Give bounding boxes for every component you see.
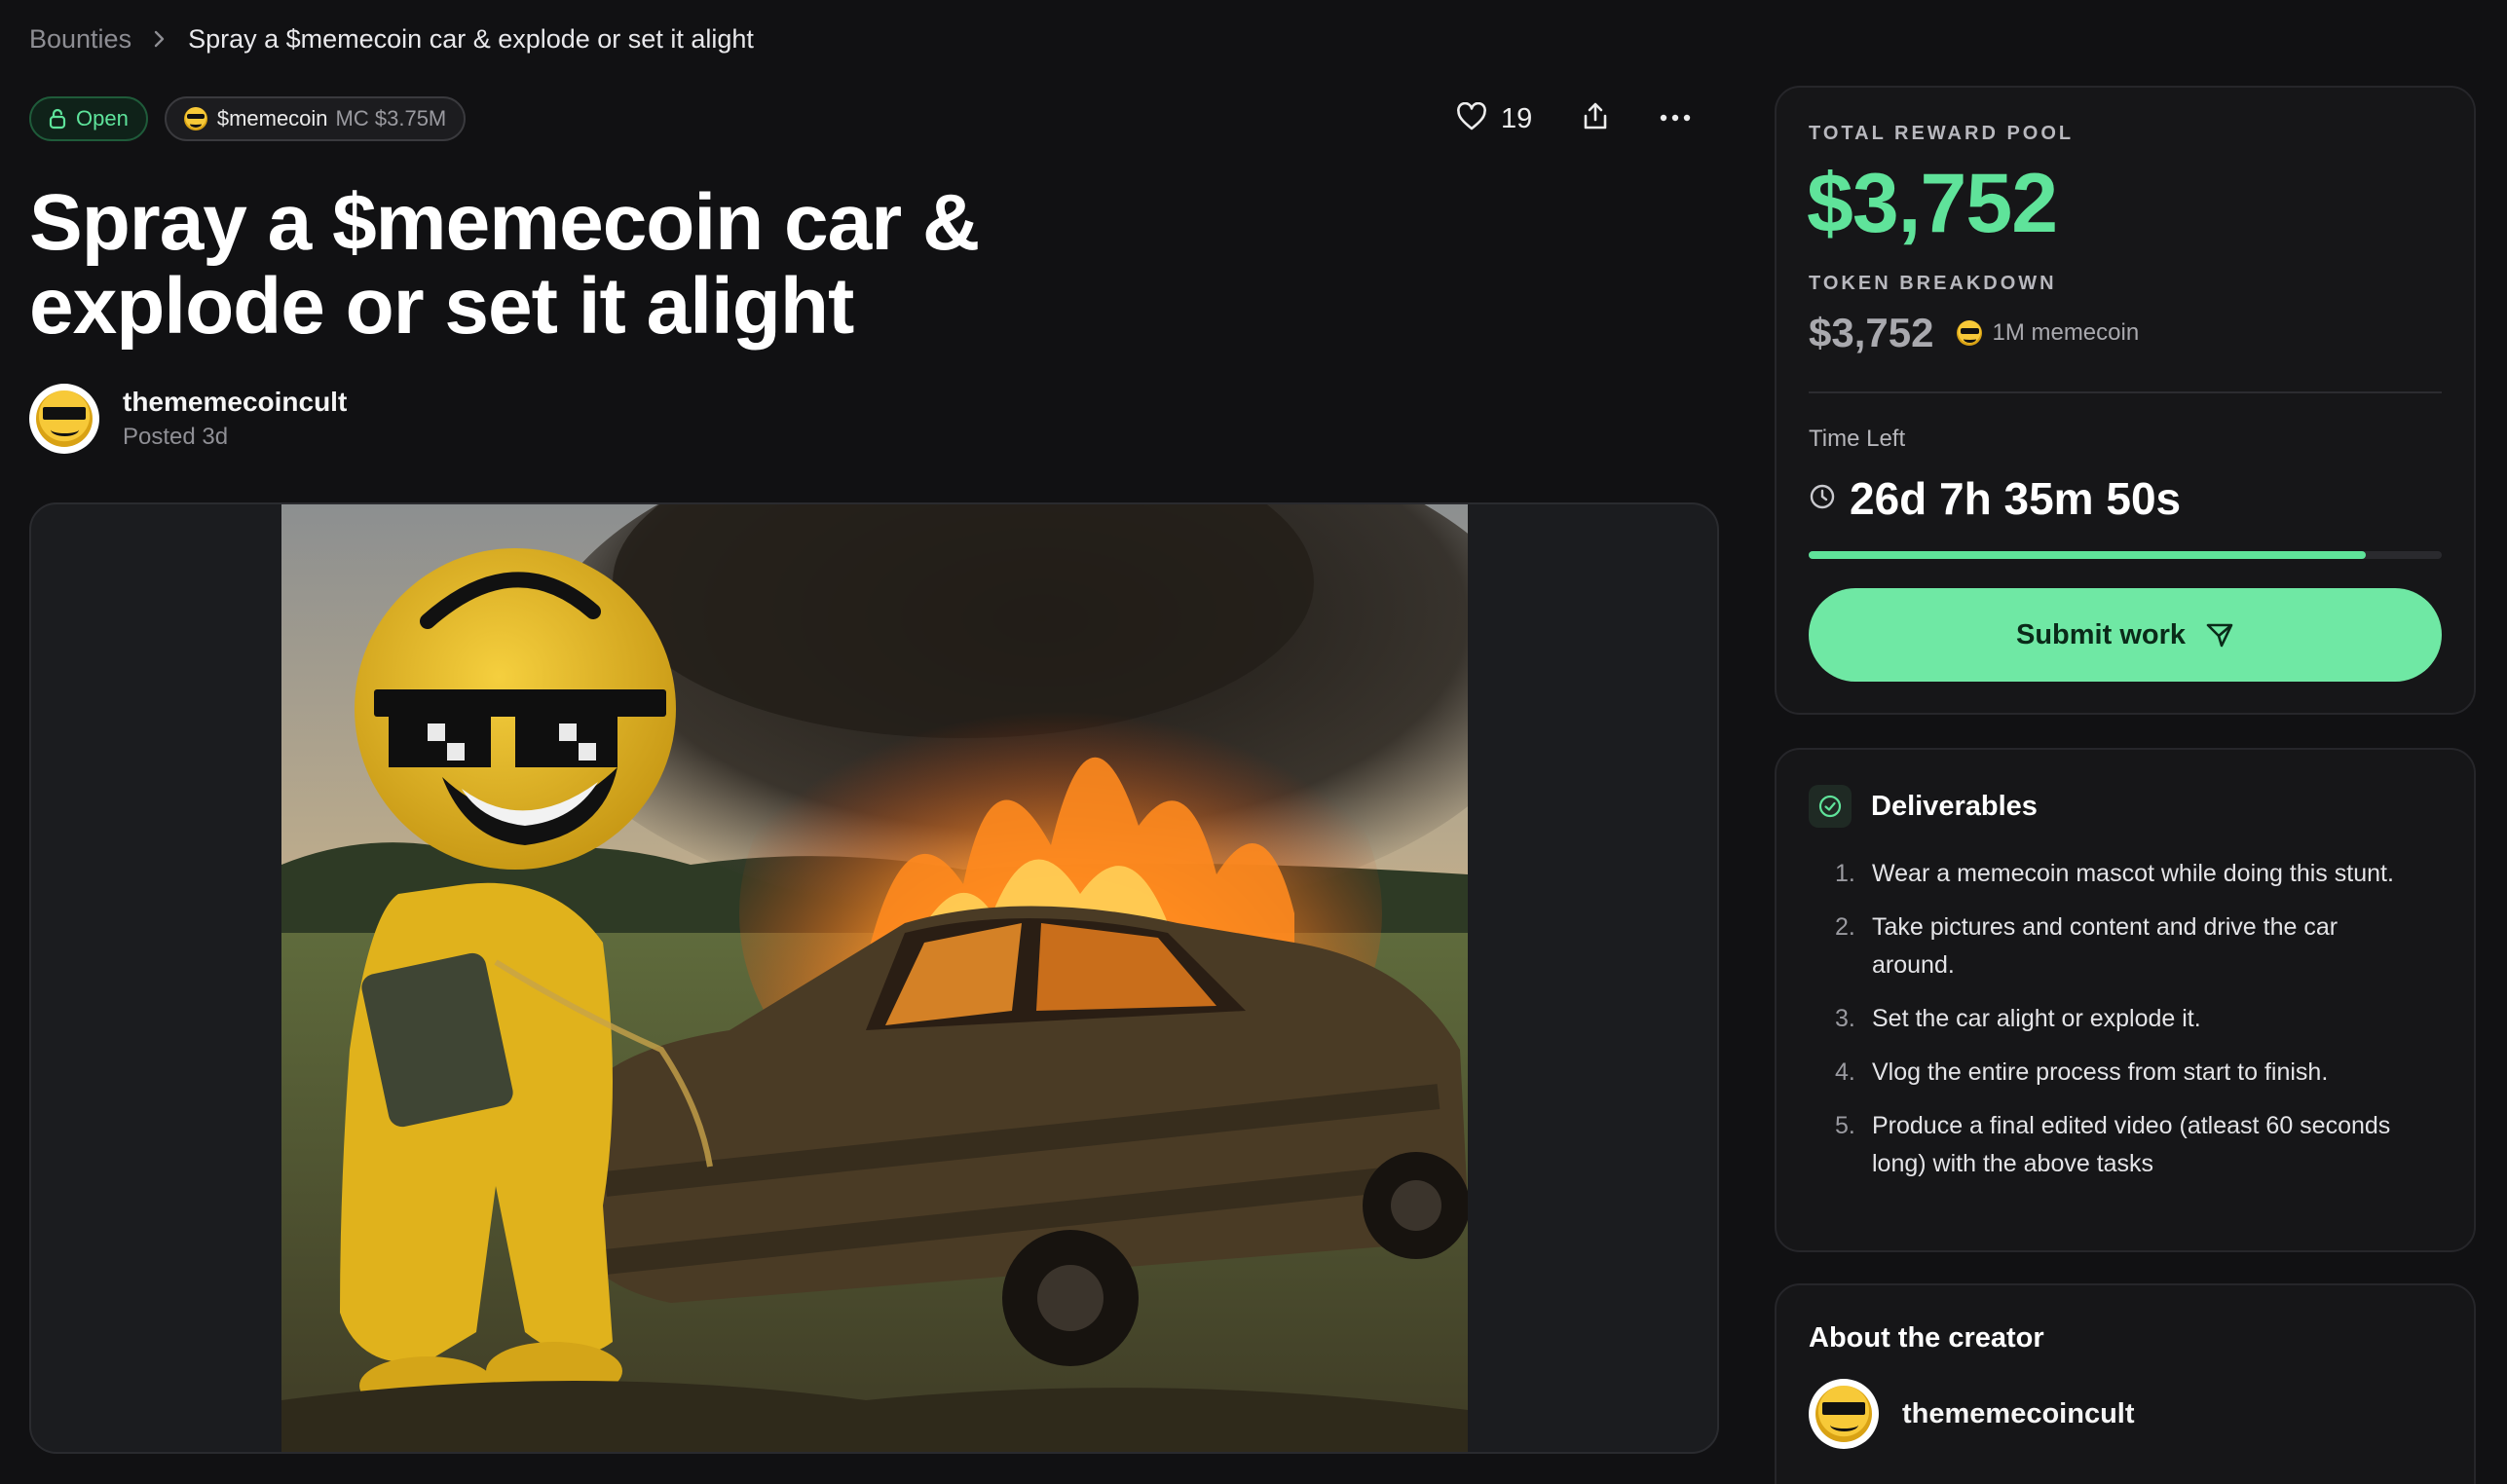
bounty-author[interactable]: thememecoincult Posted 3d bbox=[29, 384, 347, 454]
bounty-image bbox=[281, 504, 1468, 1452]
submit-work-button[interactable]: Submit work bbox=[1809, 588, 2442, 682]
breadcrumb-current: Spray a $memecoin car & explode or set i… bbox=[188, 23, 754, 54]
memecoin-mascot-icon bbox=[1815, 1386, 1872, 1442]
divider bbox=[1809, 391, 2442, 393]
page-title: Spray a $memecoin car & explode or set i… bbox=[29, 178, 980, 351]
list-item: 5. Produce a final edited video (atleast … bbox=[1835, 1112, 2391, 1177]
submit-work-label: Submit work bbox=[2015, 618, 2186, 650]
avatar bbox=[1809, 1379, 1879, 1449]
token-market-cap: MC $3.75M bbox=[335, 106, 447, 130]
reward-pool-label: TOTAL REWARD POOL bbox=[1809, 123, 2075, 144]
breadcrumb: Bounties Spray a $memecoin car & explode… bbox=[29, 19, 754, 58]
list-item: 3. Set the car alight or explode it. bbox=[1835, 1005, 2201, 1032]
author-name[interactable]: thememecoincult bbox=[123, 387, 347, 418]
avatar bbox=[29, 384, 99, 454]
chevron-right-icon bbox=[153, 29, 167, 49]
heart-icon bbox=[1456, 101, 1487, 136]
deliverables-list: 1. Wear a memecoin mascot while doing thi… bbox=[1835, 855, 2419, 1199]
about-creator-title: About the creator bbox=[1809, 1322, 2044, 1354]
reward-amount: $3,752 bbox=[1807, 157, 2058, 250]
breakdown-usd: $3,752 bbox=[1809, 310, 1934, 355]
share-button[interactable] bbox=[1581, 101, 1610, 137]
more-icon bbox=[1659, 110, 1692, 128]
deliverables-header: Deliverables bbox=[1809, 785, 2038, 828]
more-options-button[interactable] bbox=[1659, 110, 1692, 128]
share-icon bbox=[1581, 101, 1610, 137]
creator-name[interactable]: thememecoincult bbox=[1902, 1398, 2135, 1430]
bounty-tags: Open $memecoin MC $3.75M bbox=[29, 96, 467, 141]
time-left: 26d 7h 35m 50s bbox=[1809, 472, 2181, 525]
memecoin-icon bbox=[1957, 320, 1983, 346]
memecoin-mascot-icon bbox=[36, 390, 93, 447]
memecoin-icon bbox=[183, 107, 207, 130]
breadcrumb-bounties-link[interactable]: Bounties bbox=[29, 24, 131, 55]
breakdown-token: 1M memecoin bbox=[1957, 319, 2139, 347]
posted-time: Posted 3d bbox=[123, 424, 229, 450]
token-breakdown: $3,752 1M memecoin bbox=[1809, 310, 2139, 356]
clock-icon bbox=[1809, 483, 1836, 515]
status-label: Open bbox=[76, 106, 129, 130]
like-count: 19 bbox=[1501, 102, 1533, 134]
status-badge: Open bbox=[29, 96, 148, 141]
bounty-actions: 19 bbox=[1456, 96, 1692, 141]
list-item: 2. Take pictures and content and drive th… bbox=[1835, 913, 2339, 979]
time-left-value: 26d 7h 35m 50s bbox=[1850, 473, 2182, 524]
token-breakdown-label: TOKEN BREAKDOWN bbox=[1809, 273, 2057, 294]
deliverables-card: Deliverables 1. Wear a memecoin mascot wh… bbox=[1775, 748, 2476, 1252]
time-left-label: Time Left bbox=[1809, 426, 1906, 452]
check-circle-icon bbox=[1809, 785, 1852, 828]
token-chip[interactable]: $memecoin MC $3.75M bbox=[164, 96, 467, 141]
time-progress-fill bbox=[1809, 551, 2366, 559]
reward-pool-card: TOTAL REWARD POOL $3,752 TOKEN BREAKDOWN… bbox=[1775, 86, 2476, 715]
time-progress-bar bbox=[1809, 551, 2442, 559]
about-creator-card: About the creator thememecoincult bbox=[1775, 1283, 2476, 1484]
breakdown-token-amount: 1M memecoin bbox=[1992, 319, 2140, 346]
list-item: 4. Vlog the entire process from start to … bbox=[1835, 1058, 2329, 1086]
bounty-media[interactable] bbox=[29, 502, 1719, 1454]
creator-profile[interactable]: thememecoincult bbox=[1809, 1379, 2135, 1449]
token-name: $memecoin bbox=[216, 106, 328, 130]
list-item: 1. Wear a memecoin mascot while doing thi… bbox=[1835, 860, 2394, 887]
send-icon bbox=[2205, 621, 2234, 649]
unlock-icon bbox=[49, 108, 66, 130]
deliverables-title: Deliverables bbox=[1871, 790, 2038, 822]
like-button[interactable]: 19 bbox=[1456, 101, 1533, 136]
